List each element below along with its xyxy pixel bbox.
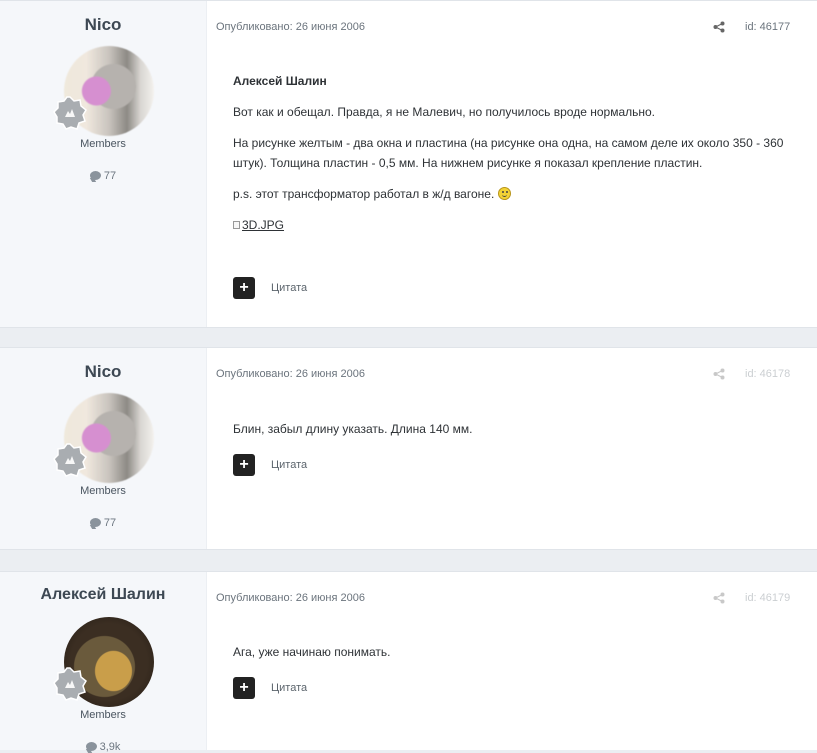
comment-bubble-icon [89, 171, 101, 180]
rank-badge-icon [53, 96, 87, 130]
share-icon[interactable] [713, 592, 727, 606]
image-attachment-link[interactable]: 3D.JPG [233, 215, 284, 235]
post-content: Опубликовано: 26 июня 2006 id: 46178 Бли… [207, 348, 817, 549]
post-46178: Nico Members 77 Опубликовано: 26 июня 20… [0, 347, 817, 550]
post-content: Опубликовано: 26 июня 2006 id: 46179 Ага… [207, 572, 817, 750]
smiley-icon [497, 187, 511, 200]
post-46177: Nico Members 77 Опубликовано: 26 июня 20… [0, 0, 817, 328]
broken-image-icon [233, 221, 240, 229]
post-body: Ага, уже начинаю понимать. [233, 642, 797, 673]
post-id-link[interactable]: id: 46179 [745, 592, 790, 604]
post-actions: + Цитата [233, 677, 307, 699]
post-count: 77 [0, 517, 206, 529]
post-count-value: 3,9k [99, 741, 121, 753]
post-count: 77 [0, 170, 206, 182]
post-date: Опубликовано: 26 июня 2006 [216, 21, 365, 33]
image-attachment-label: 3D.JPG [242, 218, 285, 232]
add-multiquote-button[interactable]: + [233, 677, 255, 699]
post-body: Алексей Шалин Вот как и обещал. Правда, … [233, 71, 797, 246]
post-paragraph: Ага, уже начинаю понимать. [233, 645, 391, 659]
post-body: Блин, забыл длину указать. Длина 140 мм. [233, 419, 797, 450]
post-paragraph: Блин, забыл длину указать. Длина 140 мм. [233, 422, 473, 436]
post-46179: Алексей Шалин Members 3,9k Опубликовано:… [0, 571, 817, 753]
author-name[interactable]: Nico [0, 362, 206, 382]
post-count-value: 77 [103, 517, 117, 529]
comment-bubble-icon [89, 518, 101, 527]
author-panel: Nico Members 77 [0, 348, 207, 549]
quote-button[interactable]: Цитата [271, 459, 307, 471]
add-multiquote-button[interactable]: + [233, 277, 255, 299]
rank-badge-icon [53, 667, 87, 701]
post-paragraph: На рисунке желтым - два окна и пластина … [233, 136, 784, 170]
post-count-value: 77 [103, 170, 117, 182]
rank-badge-icon [53, 443, 87, 477]
post-actions: + Цитата [233, 454, 307, 476]
quote-author-name: Алексей Шалин [233, 74, 327, 88]
share-icon[interactable] [713, 368, 727, 382]
member-group: Members [80, 485, 126, 497]
post-paragraph-text: p.s. этот трансформатор работал в ж/д ва… [233, 187, 495, 201]
post-id-link[interactable]: id: 46177 [745, 21, 790, 33]
post-paragraph: p.s. этот трансформатор работал в ж/д ва… [233, 184, 797, 204]
post-id-link[interactable]: id: 46178 [745, 368, 790, 380]
post-date: Опубликовано: 26 июня 2006 [216, 368, 365, 380]
share-icon[interactable] [713, 21, 727, 35]
author-panel: Алексей Шалин Members 3,9k [0, 572, 207, 753]
post-date: Опубликовано: 26 июня 2006 [216, 592, 365, 604]
quote-button[interactable]: Цитата [271, 682, 307, 694]
add-multiquote-button[interactable]: + [233, 454, 255, 476]
post-count: 3,9k [0, 741, 206, 753]
quote-button[interactable]: Цитата [271, 282, 307, 294]
author-name[interactable]: Nico [0, 15, 206, 35]
member-group: Members [80, 709, 126, 721]
member-group: Members [80, 138, 126, 150]
post-content: Опубликовано: 26 июня 2006 id: 46177 Але… [207, 1, 817, 327]
post-actions: + Цитата [233, 277, 307, 299]
author-panel: Nico Members 77 [0, 1, 207, 327]
post-paragraph: Вот как и обещал. Правда, я не Малевич, … [233, 105, 656, 119]
author-name[interactable]: Алексей Шалин [0, 586, 206, 604]
